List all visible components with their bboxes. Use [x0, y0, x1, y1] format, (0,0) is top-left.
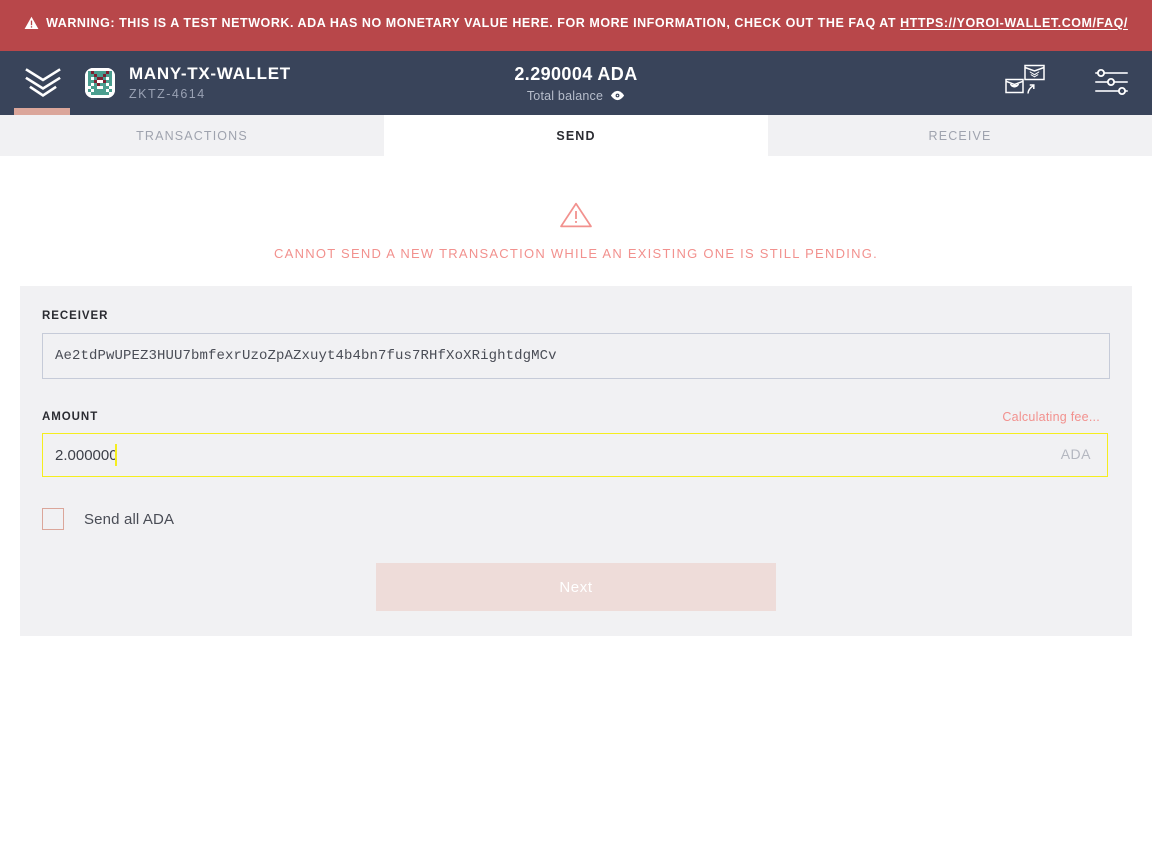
- warning-triangle-icon: [24, 16, 39, 37]
- settings-button[interactable]: [1093, 67, 1130, 100]
- send-all-ada-label: Send all ADA: [84, 510, 175, 528]
- wallet-identity[interactable]: MANY-TX-WALLET ZKTZ-4614: [85, 64, 291, 102]
- send-form-panel: RECEIVER AMOUNT Calculating fee... ADA S…: [20, 286, 1132, 636]
- pending-notice-text: CANNOT SEND A NEW TRANSACTION WHILE AN E…: [274, 246, 878, 261]
- faq-link[interactable]: HTTPS://YOROI-WALLET.COM/FAQ/: [900, 16, 1128, 30]
- send-all-ada-checkbox-row[interactable]: Send all ADA: [42, 508, 174, 530]
- tab-transactions[interactable]: TRANSACTIONS: [0, 115, 384, 156]
- receiver-input[interactable]: [42, 333, 1110, 379]
- test-network-banner: WARNING: THIS IS A TEST NETWORK. ADA HAS…: [0, 0, 1152, 51]
- amount-label: AMOUNT: [42, 411, 99, 423]
- balance-amount: 2.290004 ADA: [514, 63, 638, 84]
- tab-send[interactable]: SEND: [384, 115, 768, 156]
- wallet-name: MANY-TX-WALLET: [129, 64, 291, 83]
- tab-receive[interactable]: RECEIVE: [768, 115, 1152, 156]
- wallet-identicon-avatar: [85, 68, 115, 98]
- switch-wallet-button[interactable]: [1003, 63, 1049, 104]
- test-network-banner-message: WARNING: THIS IS A TEST NETWORK. ADA HAS…: [46, 15, 901, 30]
- yoroi-chevron-logo-icon: [24, 68, 61, 98]
- switch-wallet-icon: [1003, 63, 1049, 104]
- warning-triangle-icon: [559, 201, 593, 229]
- receiver-label: RECEIVER: [42, 310, 109, 322]
- settings-sliders-icon: [1093, 67, 1130, 100]
- next-button[interactable]: Next: [376, 563, 776, 611]
- top-navigation-bar: MANY-TX-WALLET ZKTZ-4614 2.290004 ADA To…: [0, 51, 1152, 115]
- balance-label: Total balance: [526, 88, 604, 103]
- fee-status-text: Calculating fee...: [1002, 410, 1100, 424]
- amount-currency-unit: ADA: [1060, 446, 1091, 462]
- eye-icon[interactable]: [610, 90, 625, 101]
- wallet-plate-id: ZKTZ-4614: [129, 87, 206, 101]
- amount-input-caret: [115, 444, 117, 466]
- active-nav-accent-bar: [14, 108, 70, 115]
- amount-input[interactable]: [42, 433, 1108, 477]
- wallet-tab-bar: TRANSACTIONS SEND RECEIVE: [0, 115, 1152, 156]
- pending-transaction-notice: CANNOT SEND A NEW TRANSACTION WHILE AN E…: [0, 156, 1152, 263]
- test-network-banner-text: WARNING: THIS IS A TEST NETWORK. ADA HAS…: [24, 13, 1128, 37]
- send-all-ada-checkbox[interactable]: [42, 508, 64, 530]
- yoroi-logo-button[interactable]: [0, 51, 85, 115]
